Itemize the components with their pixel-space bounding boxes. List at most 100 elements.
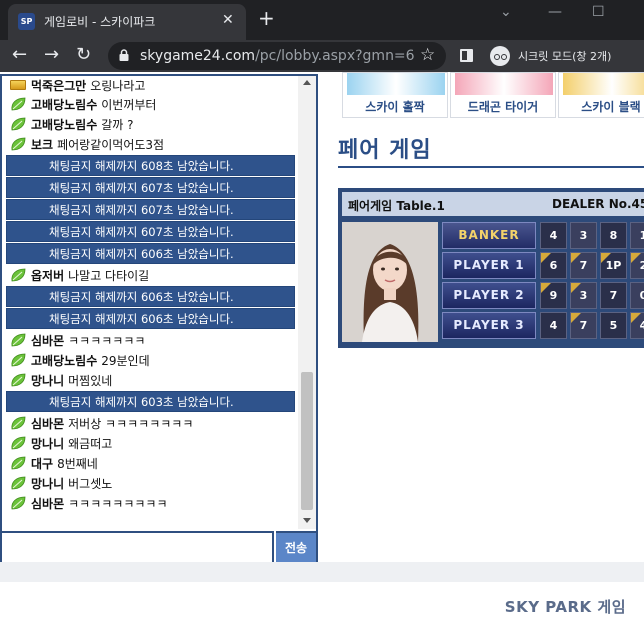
- game-thumbnail[interactable]: 스카이 블랙: [558, 72, 644, 118]
- chat-nickname[interactable]: 심바몬: [31, 415, 64, 432]
- chat-nickname[interactable]: 고배당노림수: [31, 352, 97, 369]
- incognito-label[interactable]: 시크릿 모드(창 2개): [518, 48, 611, 64]
- url-path: /pc/lobby.aspx?gmn=6: [255, 48, 415, 64]
- bet-row-player-label[interactable]: PLAYER 1: [442, 252, 536, 279]
- chat-nickname[interactable]: 보크: [31, 136, 53, 153]
- close-tab-icon[interactable]: ✕: [222, 12, 234, 28]
- chat-message: 고배당노림수 이번꺼부터: [2, 94, 298, 114]
- result-cell: 4: [630, 312, 644, 339]
- vip-badge-icon: [10, 80, 26, 90]
- chat-nickname[interactable]: 먹죽은그만: [31, 77, 86, 94]
- result-cell: 4: [540, 222, 567, 249]
- leaf-icon: [10, 373, 26, 387]
- system-message: 채팅금지 해제까지 606초 남았습니다.: [6, 308, 295, 329]
- result-cell: 9: [540, 282, 567, 309]
- tab-title: 게임로비 - 스카이파크: [44, 15, 156, 29]
- bet-row-banker-label[interactable]: BANKER: [442, 222, 536, 249]
- scroll-down-arrow-icon[interactable]: [303, 518, 311, 523]
- new-tab-plus-icon[interactable]: +: [258, 8, 275, 28]
- system-message: 채팅금지 해제까지 607초 남았습니다.: [6, 199, 295, 220]
- chat-message: 고배당노림수 29분인데: [2, 350, 298, 370]
- chat-nickname[interactable]: 고배당노림수: [31, 96, 97, 113]
- chat-message: 대구 8번째네: [2, 453, 298, 473]
- chat-text: 이번꺼부터: [101, 97, 157, 112]
- chat-nickname[interactable]: 대구: [31, 455, 53, 472]
- game-thumbnail[interactable]: 드래곤 타이거: [450, 72, 556, 118]
- chat-message: 망나니 머찜있네: [2, 370, 298, 390]
- forward-arrow-icon[interactable]: →: [44, 45, 59, 65]
- send-button[interactable]: 전송: [276, 531, 316, 562]
- dealer-portrait-image: [342, 222, 438, 342]
- browser-tab-bar: SP 게임로비 - 스카이파크 ✕ + ⌄ — ☐: [0, 0, 644, 40]
- chat-message: 먹죽은그만 오링나라고: [2, 76, 298, 94]
- dealer-number: DEALER No.45: [552, 197, 644, 211]
- game-thumbnail[interactable]: 스카이 홀짝: [342, 72, 448, 118]
- scroll-up-arrow-icon[interactable]: [303, 80, 311, 85]
- chat-text: 왜금떠고: [68, 436, 113, 451]
- leaf-icon: [10, 117, 26, 131]
- chat-scrollbar[interactable]: [298, 76, 316, 529]
- scrollbar-thumb[interactable]: [301, 372, 313, 510]
- section-title: 페어 게임: [338, 138, 432, 163]
- table-header: 페어게임 Table.1 DEALER No.45: [342, 192, 644, 216]
- result-cell: 7: [570, 252, 597, 279]
- result-cell: 7: [600, 282, 627, 309]
- side-panel-icon[interactable]: [460, 49, 473, 62]
- chat-nickname[interactable]: 심바몬: [31, 495, 64, 512]
- chat-nickname[interactable]: 망나니: [31, 475, 64, 492]
- result-cell: 6: [540, 252, 567, 279]
- bookmark-star-icon[interactable]: ☆: [420, 45, 435, 65]
- leaf-icon: [10, 456, 26, 470]
- chat-message: 망나니 왜금떠고: [2, 433, 298, 453]
- tab-search-chevron-icon[interactable]: ⌄: [500, 4, 512, 20]
- bet-row-player-label[interactable]: PLAYER 3: [442, 312, 536, 339]
- game-thumbnail-label: 스카이 블랙: [581, 100, 641, 114]
- maximize-window-icon[interactable]: ☐: [592, 4, 605, 20]
- result-cell: 2: [630, 252, 644, 279]
- leaf-icon: [10, 268, 26, 282]
- footer-brand: SKY PARK 게임: [504, 598, 626, 616]
- bet-row-player-label[interactable]: PLAYER 2: [442, 282, 536, 309]
- chat-text: ㅋㅋㅋㅋㅋㅋㅋ: [68, 333, 146, 348]
- game-thumbnail-label: 드래곤 타이거: [467, 100, 539, 114]
- chat-text: 갈까 ?: [101, 117, 134, 132]
- back-arrow-icon[interactable]: ←: [12, 45, 27, 65]
- pair-game-table-card[interactable]: 페어게임 Table.1 DEALER No.45 BANKER 4 3 8 1 PLAY…: [338, 188, 644, 348]
- minimize-window-icon[interactable]: —: [548, 4, 562, 20]
- leaf-icon: [10, 476, 26, 490]
- result-cell: 3: [570, 282, 597, 309]
- chat-text: 29분인데: [101, 353, 150, 368]
- leaf-icon: [10, 97, 26, 111]
- leaf-icon: [10, 333, 26, 347]
- chat-nickname[interactable]: 망나니: [31, 372, 64, 389]
- chat-message: 심바몬 ㅋㅋㅋㅋㅋㅋㅋㅋㅋ: [2, 493, 298, 513]
- reload-icon[interactable]: ↻: [76, 45, 91, 65]
- chat-text: 저버상 ㅋㅋㅋㅋㅋㅋㅋㅋ: [68, 416, 194, 431]
- url-host: skygame24.com: [140, 48, 256, 64]
- chat-input[interactable]: [2, 531, 274, 562]
- result-cell: 8: [600, 222, 627, 249]
- chat-nickname[interactable]: 고배당노림수: [31, 116, 97, 133]
- chat-nickname[interactable]: 망나니: [31, 435, 64, 452]
- result-cell: 1P: [600, 252, 627, 279]
- chat-message: 고배당노림수 갈까 ?: [2, 114, 298, 134]
- section-divider: [338, 166, 644, 168]
- result-cell: 3: [570, 222, 597, 249]
- system-message: 채팅금지 해제까지 608초 남았습니다.: [6, 155, 295, 176]
- chat-panel: 먹죽은그만 오링나라고 고배당노림수 이번꺼부터 고배당노림수 갈까 ? 보크 페어랑같이먹어…: [0, 74, 318, 564]
- browser-tab-active[interactable]: SP 게임로비 - 스카이파크 ✕: [8, 4, 246, 40]
- chat-text: 나말고 다타이길: [68, 268, 150, 283]
- incognito-icon[interactable]: [490, 46, 510, 66]
- result-cell: 1: [630, 222, 644, 249]
- chat-message-list[interactable]: 먹죽은그만 오링나라고 고배당노림수 이번꺼부터 고배당노림수 갈까 ? 보크 페어랑같이먹어…: [2, 76, 298, 529]
- chat-text: 머찜있네: [68, 373, 113, 388]
- footer-divider-band: [0, 562, 644, 582]
- chat-text: 8번째네: [57, 456, 98, 471]
- system-message: 채팅금지 해제까지 603초 남았습니다.: [6, 391, 295, 412]
- browser-toolbar: ← → ↻ skygame24.com/pc/lobby.aspx?gmn=6 …: [0, 40, 644, 72]
- chat-nickname[interactable]: 심바몬: [31, 332, 64, 349]
- table-title: 페어게임 Table.1: [348, 199, 445, 213]
- chat-message: 심바몬 저버상 ㅋㅋㅋㅋㅋㅋㅋㅋ: [2, 413, 298, 433]
- chat-nickname[interactable]: 옵저버: [31, 267, 64, 284]
- address-bar[interactable]: skygame24.com/pc/lobby.aspx?gmn=6 ☆: [108, 42, 446, 70]
